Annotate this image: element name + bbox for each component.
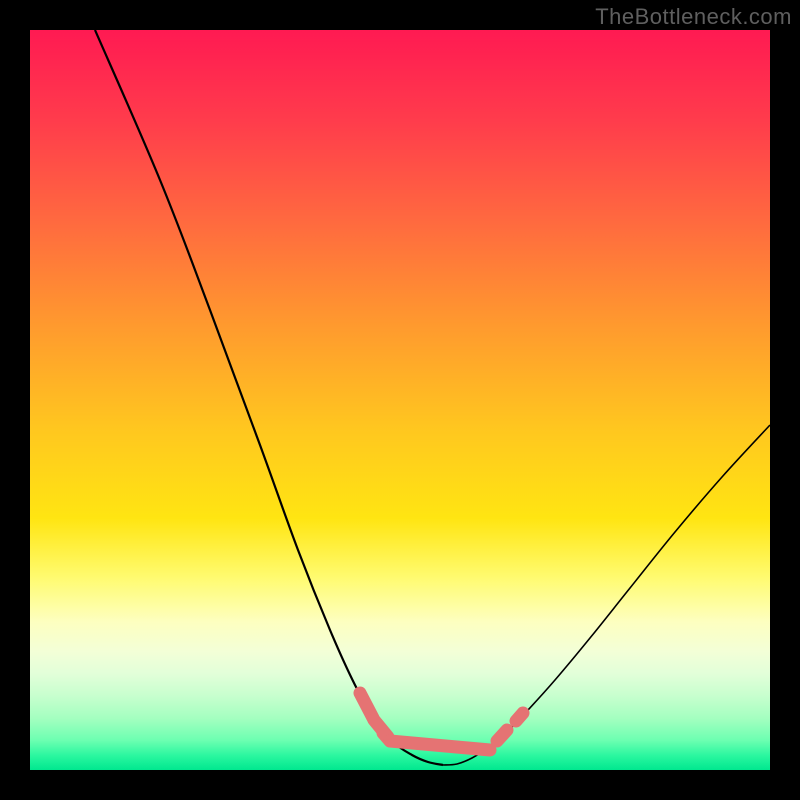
curve-svg xyxy=(30,30,770,770)
highlight-segment xyxy=(497,730,507,741)
curve-right xyxy=(443,425,770,765)
trough-highlight xyxy=(360,693,523,750)
curve-left xyxy=(95,30,443,765)
plot-area xyxy=(30,30,770,770)
chart-frame: TheBottleneck.com xyxy=(0,0,800,800)
highlight-segment xyxy=(390,741,490,750)
watermark-text: TheBottleneck.com xyxy=(595,4,792,30)
highlight-segment xyxy=(516,713,523,721)
